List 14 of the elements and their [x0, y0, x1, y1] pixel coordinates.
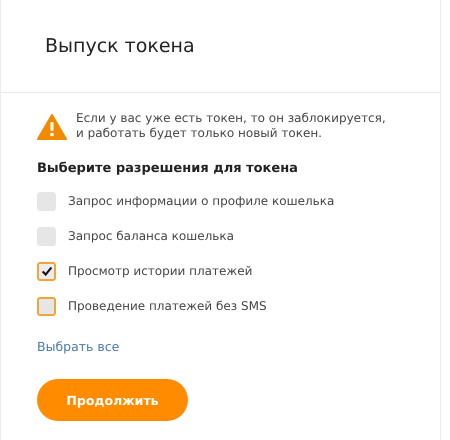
checkbox-label[interactable]: Запрос информации о профиле кошелька [68, 194, 334, 208]
checkbox-label[interactable]: Запрос баланса кошелька [68, 229, 234, 243]
checkbox-label[interactable]: Проведение платежей без SMS [68, 299, 267, 313]
checkbox-label[interactable]: Просмотр истории платежей [68, 264, 252, 278]
checkbox[interactable] [37, 296, 56, 316]
check-icon [40, 264, 54, 278]
checkbox[interactable] [37, 262, 56, 280]
section-heading: Выберите разрешения для токена [37, 161, 299, 176]
warning-icon [37, 114, 67, 140]
warning-text: Если у вас уже есть токен, то он заблокируется, и работать будет только новый токен. [76, 111, 386, 141]
select-all-link[interactable]: Выбрать все [37, 339, 120, 354]
checkbox[interactable] [37, 226, 56, 246]
dialog-title: Выпуск токена [45, 35, 195, 57]
checkbox[interactable] [37, 192, 56, 210]
